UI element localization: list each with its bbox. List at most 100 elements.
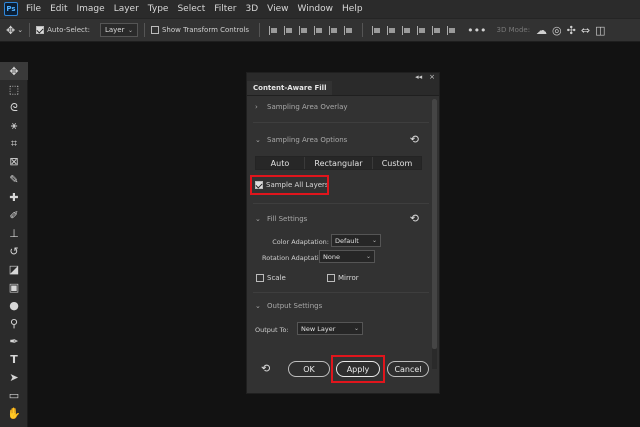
magic-wand-tool-icon[interactable]: ⚹: [0, 116, 28, 134]
color-adaptation-dropdown[interactable]: Default ⌄: [331, 234, 381, 247]
eraser-tool-icon[interactable]: ◪: [0, 260, 28, 278]
chevron-down-icon: ⌄: [353, 325, 359, 332]
section-fill-settings[interactable]: ⌄ Fill Settings: [255, 215, 307, 223]
roll-3d-icon[interactable]: ◎: [552, 25, 562, 36]
move-tool-preset-icon[interactable]: ✥: [6, 25, 15, 36]
hand-tool-icon[interactable]: ✋: [0, 404, 28, 422]
section-label: Fill Settings: [267, 215, 308, 223]
chevron-down-icon: ⌄: [255, 136, 261, 144]
separator: [362, 23, 364, 37]
frame-tool-icon[interactable]: ⊠: [0, 152, 28, 170]
photoshop-logo-icon: Ps: [4, 2, 18, 16]
reset-sampling-icon[interactable]: ⟲: [410, 134, 419, 145]
history-brush-tool-icon[interactable]: ↺: [0, 242, 28, 260]
orbit-3d-icon[interactable]: ☁: [536, 25, 547, 36]
menu-file[interactable]: File: [26, 4, 41, 14]
menu-3d[interactable]: 3D: [246, 4, 259, 14]
color-adaptation-label: Color Adaptation:: [272, 238, 329, 246]
tools-panel: ✥ ⬚ ᘓ ⚹ ⌗ ⊠ ✎ ✚ ✐ ⊥ ↺ ◪ ▣ ● ⚲ ✒ T ➤ ▭ ✋: [0, 62, 28, 427]
collapse-panel-icon[interactable]: ◂◂: [415, 74, 422, 81]
menu-view[interactable]: View: [267, 4, 288, 14]
crop-tool-icon[interactable]: ⌗: [0, 134, 28, 152]
path-selection-tool-icon[interactable]: ➤: [0, 368, 28, 386]
output-to-value: New Layer: [301, 324, 336, 333]
ok-button[interactable]: OK: [288, 361, 330, 377]
rectangle-tool-icon[interactable]: ▭: [0, 386, 28, 404]
slide-3d-icon[interactable]: ⇔: [581, 25, 590, 36]
distribute-center-icon[interactable]: [432, 25, 441, 35]
close-icon[interactable]: ×: [429, 74, 435, 81]
align-middle-icon[interactable]: [329, 25, 338, 35]
highlight-box-apply: [331, 355, 385, 383]
pan-3d-icon[interactable]: ✣: [567, 25, 576, 36]
photoshop-window: Ps File Edit Image Layer Type Select Fil…: [0, 0, 640, 427]
menu-window[interactable]: Window: [298, 4, 334, 14]
highlight-box-sample-all-layers: [250, 175, 329, 195]
panel-scrollbar[interactable]: [432, 99, 437, 369]
healing-brush-tool-icon[interactable]: ✚: [0, 188, 28, 206]
output-to-dropdown[interactable]: New Layer ⌄: [297, 322, 363, 335]
eyedropper-tool-icon[interactable]: ✎: [0, 170, 28, 188]
align-right-icon[interactable]: [299, 25, 308, 35]
auto-select-checkbox[interactable]: [36, 26, 45, 34]
reset-all-icon[interactable]: ⟲: [261, 363, 270, 374]
sampling-mode-custom[interactable]: Custom: [373, 157, 421, 169]
distribute-left-icon[interactable]: [417, 25, 426, 35]
section-sampling-area-options[interactable]: ⌄ Sampling Area Options: [255, 136, 347, 144]
sampling-mode-rectangular[interactable]: Rectangular: [304, 157, 374, 169]
more-options-icon[interactable]: •••: [467, 25, 486, 36]
menu-image[interactable]: Image: [77, 4, 105, 14]
show-transform-checkbox[interactable]: [150, 26, 159, 34]
dodge-tool-icon[interactable]: ⚲: [0, 314, 28, 332]
scale-label: Scale: [267, 274, 286, 282]
lasso-tool-icon[interactable]: ᘓ: [0, 98, 28, 116]
brush-tool-icon[interactable]: ✐: [0, 206, 28, 224]
align-center-icon[interactable]: [284, 25, 293, 35]
gradient-tool-icon[interactable]: ▣: [0, 278, 28, 296]
divider: [253, 122, 429, 123]
mirror-option[interactable]: Mirror: [327, 274, 359, 282]
reset-fill-settings-icon[interactable]: ⟲: [410, 213, 419, 224]
section-label: Sampling Area Overlay: [267, 103, 348, 111]
clone-stamp-tool-icon[interactable]: ⊥: [0, 224, 28, 242]
align-bottom-icon[interactable]: [344, 25, 353, 35]
menu-select[interactable]: Select: [177, 4, 205, 14]
cancel-button[interactable]: Cancel: [387, 361, 429, 377]
marquee-tool-icon[interactable]: ⬚: [0, 80, 28, 98]
move-tool-icon[interactable]: ✥: [0, 62, 28, 80]
type-tool-icon[interactable]: T: [0, 350, 28, 368]
pen-tool-icon[interactable]: ✒: [0, 332, 28, 350]
chevron-down-icon: ⌄: [255, 215, 261, 223]
section-sampling-area-overlay[interactable]: › Sampling Area Overlay: [255, 103, 348, 111]
output-to-label: Output To:: [255, 326, 289, 334]
panel-tab-content-aware-fill[interactable]: Content-Aware Fill: [247, 81, 333, 95]
color-adaptation-value: Default: [335, 236, 359, 245]
distribute-middle-icon[interactable]: [387, 25, 396, 35]
blur-tool-icon[interactable]: ●: [0, 296, 28, 314]
mirror-checkbox[interactable]: [327, 274, 335, 282]
rotation-adaptation-dropdown[interactable]: None ⌄: [319, 250, 375, 263]
menu-bar: Ps File Edit Image Layer Type Select Fil…: [0, 0, 640, 18]
chevron-down-icon[interactable]: ⌄: [17, 26, 23, 34]
menu-help[interactable]: Help: [342, 4, 363, 14]
menu-edit[interactable]: Edit: [50, 4, 67, 14]
menu-layer[interactable]: Layer: [114, 4, 139, 14]
chevron-down-icon: ⌄: [255, 302, 261, 310]
content-aware-fill-panel: ◂◂ × Content-Aware Fill › Sampling Area …: [246, 72, 440, 394]
scale-checkbox[interactable]: [256, 274, 264, 282]
auto-select-target-dropdown[interactable]: Layer ⌄: [99, 23, 138, 37]
sampling-mode-auto[interactable]: Auto: [256, 157, 305, 169]
scrollbar-thumb[interactable]: [432, 99, 437, 349]
mirror-label: Mirror: [338, 274, 359, 282]
scale-3d-icon[interactable]: ◫: [595, 25, 605, 36]
scale-option[interactable]: Scale: [256, 274, 286, 282]
section-output-settings[interactable]: ⌄ Output Settings: [255, 302, 322, 310]
menu-filter[interactable]: Filter: [214, 4, 236, 14]
distribute-top-icon[interactable]: [372, 25, 381, 35]
align-top-icon[interactable]: [314, 25, 323, 35]
rotation-adaptation-label: Rotation Adaptation:: [262, 254, 329, 262]
menu-type[interactable]: Type: [148, 4, 169, 14]
distribute-bottom-icon[interactable]: [402, 25, 411, 35]
align-left-icon[interactable]: [269, 25, 278, 35]
distribute-right-icon[interactable]: [447, 25, 456, 35]
